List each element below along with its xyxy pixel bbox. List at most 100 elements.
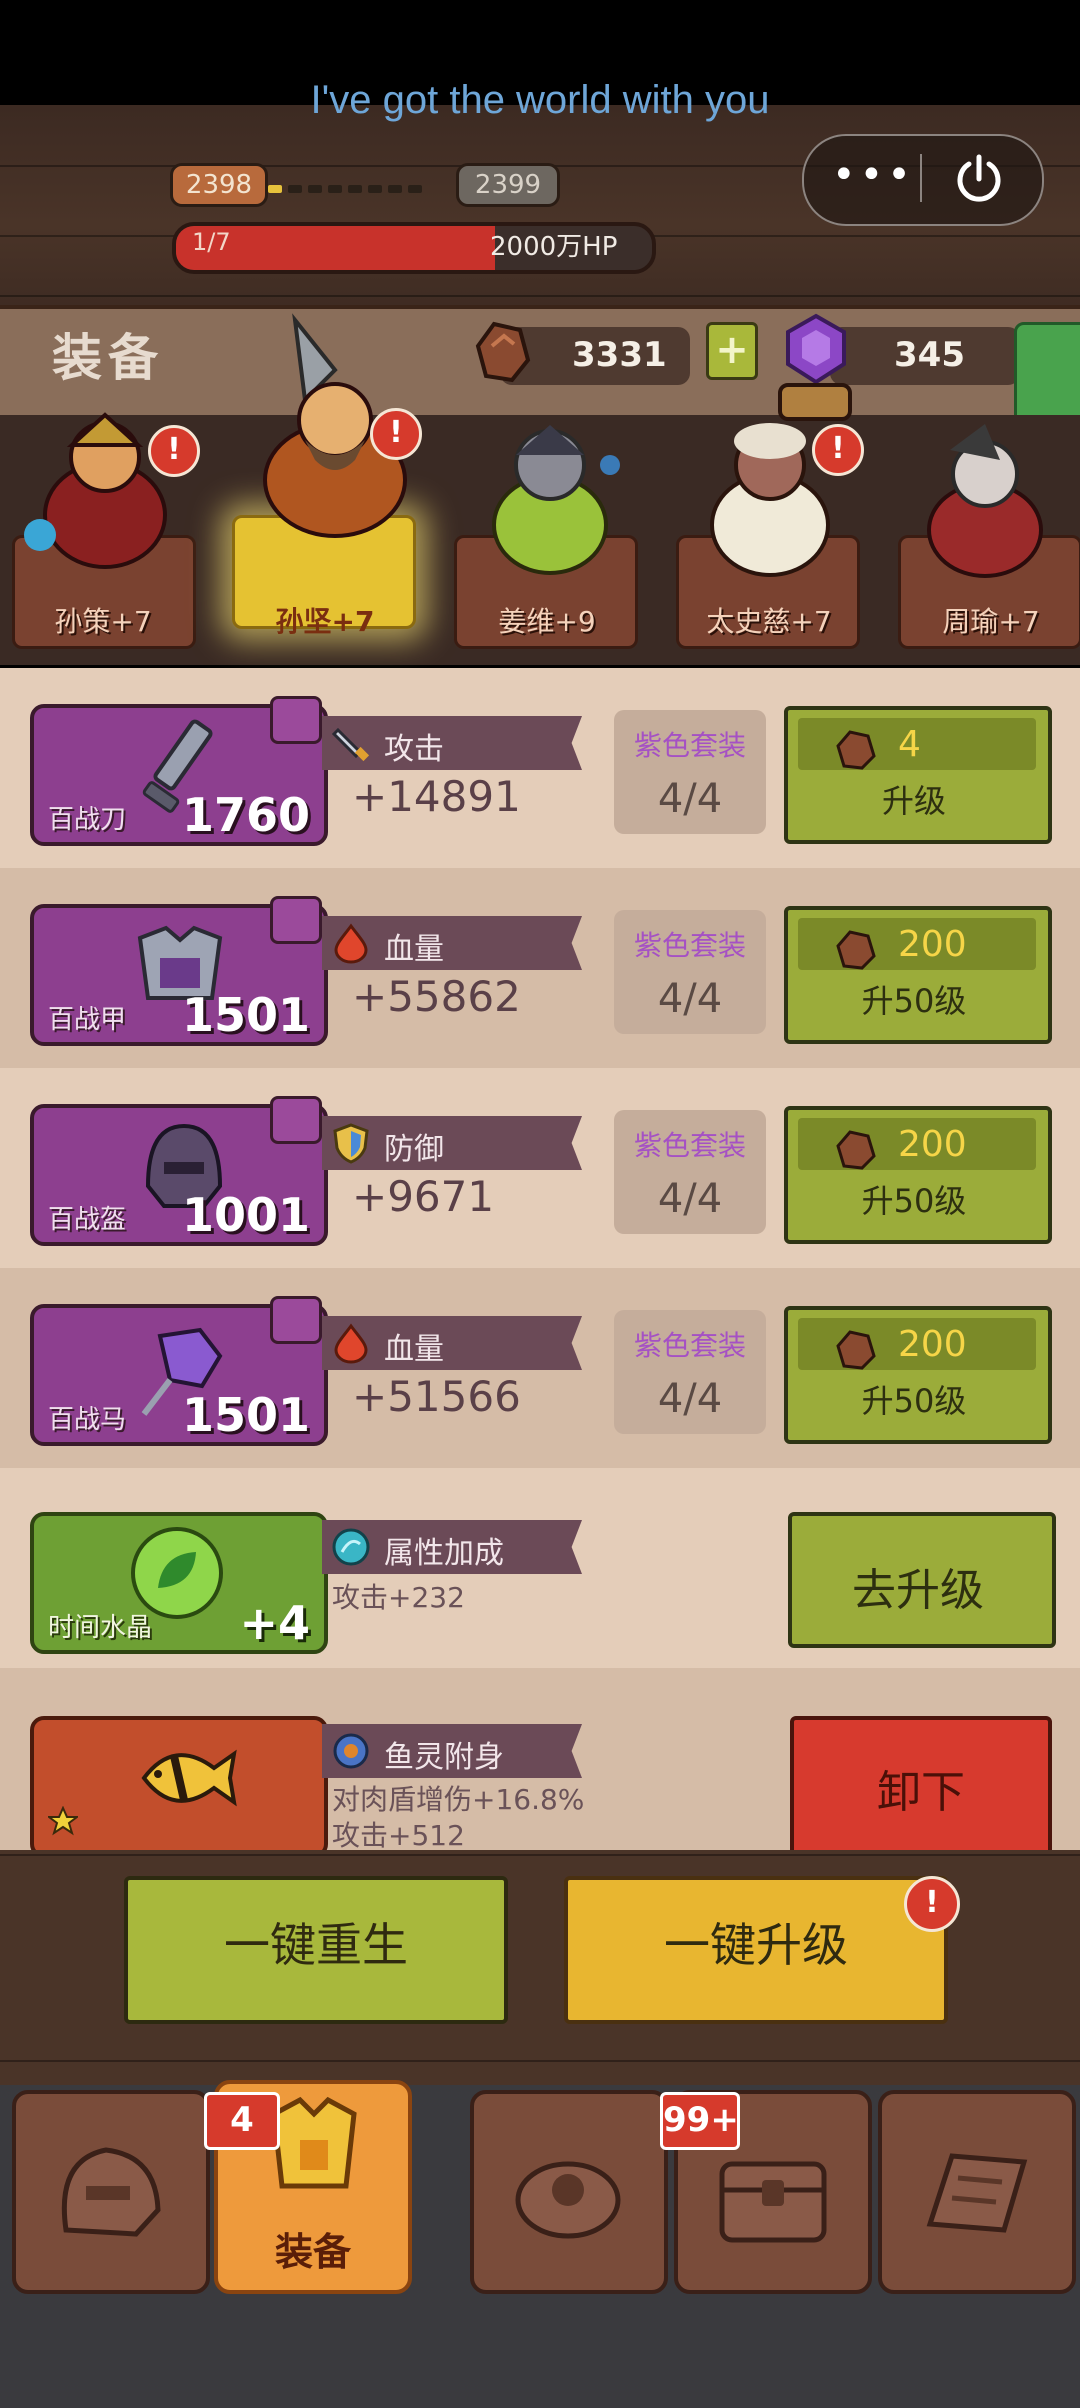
capsule-divider [920,154,922,202]
blood-drop-icon [334,923,368,964]
go-upgrade-label: 去升级 [852,1565,984,1616]
stat-label: 血量 [384,932,444,967]
upgrade-cost-bar: 4 [798,718,1036,770]
blood-drop-icon [334,1323,368,1364]
set-title: 紫色套装 [633,729,746,762]
shield-icon [333,1123,369,1164]
go-upgrade-button[interactable]: 去升级 [788,1512,1056,1648]
next-level-badge: 2399 [456,163,560,207]
hero-name-taishici: 太史慈+7 [706,605,832,638]
set-piece-icon [270,1296,322,1344]
equipment-row: 百战马 1501 血量 +51566 紫色套装 4/4 200 升50级 [0,1268,1080,1468]
crystal-amount: 345 [894,335,965,375]
upgrade-cost: 200 [898,1324,967,1365]
stat-value: +9671 [352,1172,495,1221]
upgrade-button[interactable]: 200 升50级 [784,906,1052,1044]
upgrade-label: 升50级 [861,982,967,1020]
hero-alert-badge: ! [812,424,864,476]
stone-icon [836,1130,876,1170]
upgrade-button[interactable]: 4 升级 [784,706,1052,844]
nav-map-button[interactable] [878,2090,1076,2294]
upgrade-all-alert: ! [904,1876,960,1932]
fish-detail-damage: 对肉盾增伤+16.8% [332,1783,585,1816]
upgrade-button[interactable]: 200 升50级 [784,1306,1052,1444]
crystal-detail: 攻击+232 [332,1581,465,1614]
star-icon [48,1806,78,1836]
hero-name-zhouyu: 周瑜+7 [942,605,1040,638]
nav-forge-button[interactable] [470,2090,668,2294]
equipment-count-badge: 4 [204,2092,280,2150]
stone-icon [475,321,531,383]
fish-spirit-icon [333,1733,369,1769]
set-progress: 4/4 [657,776,723,822]
stone-icon [836,1330,876,1370]
equipment-level: 1001 [181,1188,310,1242]
crystal-name: 时间水晶 [48,1613,153,1643]
stat-label: 鱼灵附身 [384,1740,504,1775]
fish-spirit-card[interactable] [30,1716,328,1858]
set-title: 紫色套装 [633,1329,746,1362]
stat-value: +51566 [352,1372,521,1421]
equipment-level: 1501 [181,1388,310,1442]
upgrade-cost: 4 [898,724,921,765]
stat-label: 防御 [384,1132,444,1167]
upgrade-label: 升50级 [861,1382,967,1420]
upgrade-cost-bar: 200 [798,1318,1036,1370]
stat-value: +55862 [352,972,521,1021]
crystal-level: +4 [239,1596,310,1650]
equipment-name: 百战甲 [48,1005,127,1035]
hp-fraction: 1/7 [192,228,231,256]
equipment-level: 1501 [181,988,310,1042]
chest-nav-icon [719,2161,827,2243]
upgrade-all-label: 一键升级 [664,1918,848,1972]
set-title: 紫色套装 [633,1129,746,1162]
set-progress: 4/4 [657,1176,723,1222]
forge-nav-icon [515,2161,621,2239]
upgrade-cost-bar: 200 [798,918,1036,970]
hero-figure-taishici [710,383,852,577]
upgrade-button[interactable]: 200 升50级 [784,1106,1052,1244]
nav-hero-button[interactable] [12,2090,210,2294]
time-crystal-card[interactable]: 时间水晶 +4 [30,1512,328,1654]
add-stone-button[interactable]: + [706,322,758,380]
more-icon[interactable]: ••• [832,155,915,195]
equipment-name: 百战马 [48,1405,127,1435]
unequip-button[interactable]: 卸下 [790,1716,1052,1864]
equipment-row: 百战盔 1001 防御 +9671 紫色套装 4/4 200 升50级 [0,1068,1080,1268]
hero-name-jiangwei: 姜维+9 [498,605,596,638]
set-progress: 4/4 [657,1376,723,1422]
set-title: 紫色套装 [633,929,746,962]
stone-amount: 3331 [572,335,667,375]
fish-row: 鱼灵附身 对肉盾增伤+16.8% 攻击+512 卸下 [0,1668,1080,1864]
unequip-label: 卸下 [877,1767,965,1818]
fish-detail-attack: 攻击+512 [332,1819,465,1852]
rebirth-all-button[interactable]: 一键重生 [124,1876,508,2024]
set-piece-icon [270,696,322,744]
stat-label: 属性加成 [384,1536,504,1571]
upgrade-cost-bar: 200 [798,1118,1036,1170]
sword-icon [331,727,370,762]
set-piece-icon [270,1096,322,1144]
upgrade-all-button[interactable]: 一键升级 [564,1876,948,2024]
upgrade-label: 升级 [881,782,946,820]
stat-value: +14891 [352,772,521,821]
upgrade-cost: 200 [898,1124,967,1165]
hero-alert-badge: ! [148,425,200,477]
chest-count-badge: 99+ [660,2092,740,2150]
stat-label: 攻击 [384,732,444,767]
nav-equipment-label: 装备 [274,2230,351,2274]
hero-alert-badge: ! [370,408,422,460]
rebirth-all-label: 一键重生 [224,1918,408,1972]
song-lyric: I've got the world with you [310,78,770,122]
cyan-orb-icon [332,1528,370,1566]
hero-figure-sunce [24,412,167,569]
page-title: 装备 [52,329,164,387]
level-progress-dots [268,178,452,193]
hero-figure-jiangwei [492,425,620,575]
fish-icon [141,1749,237,1807]
upgrade-label: 升50级 [861,1182,967,1220]
stat-label: 血量 [384,1332,444,1367]
equipment-row: 百战刀 1760 攻击 +14891 紫色套装 4/4 4 升级 [0,668,1080,868]
set-progress: 4/4 [657,976,723,1022]
power-icon[interactable] [952,152,1006,206]
